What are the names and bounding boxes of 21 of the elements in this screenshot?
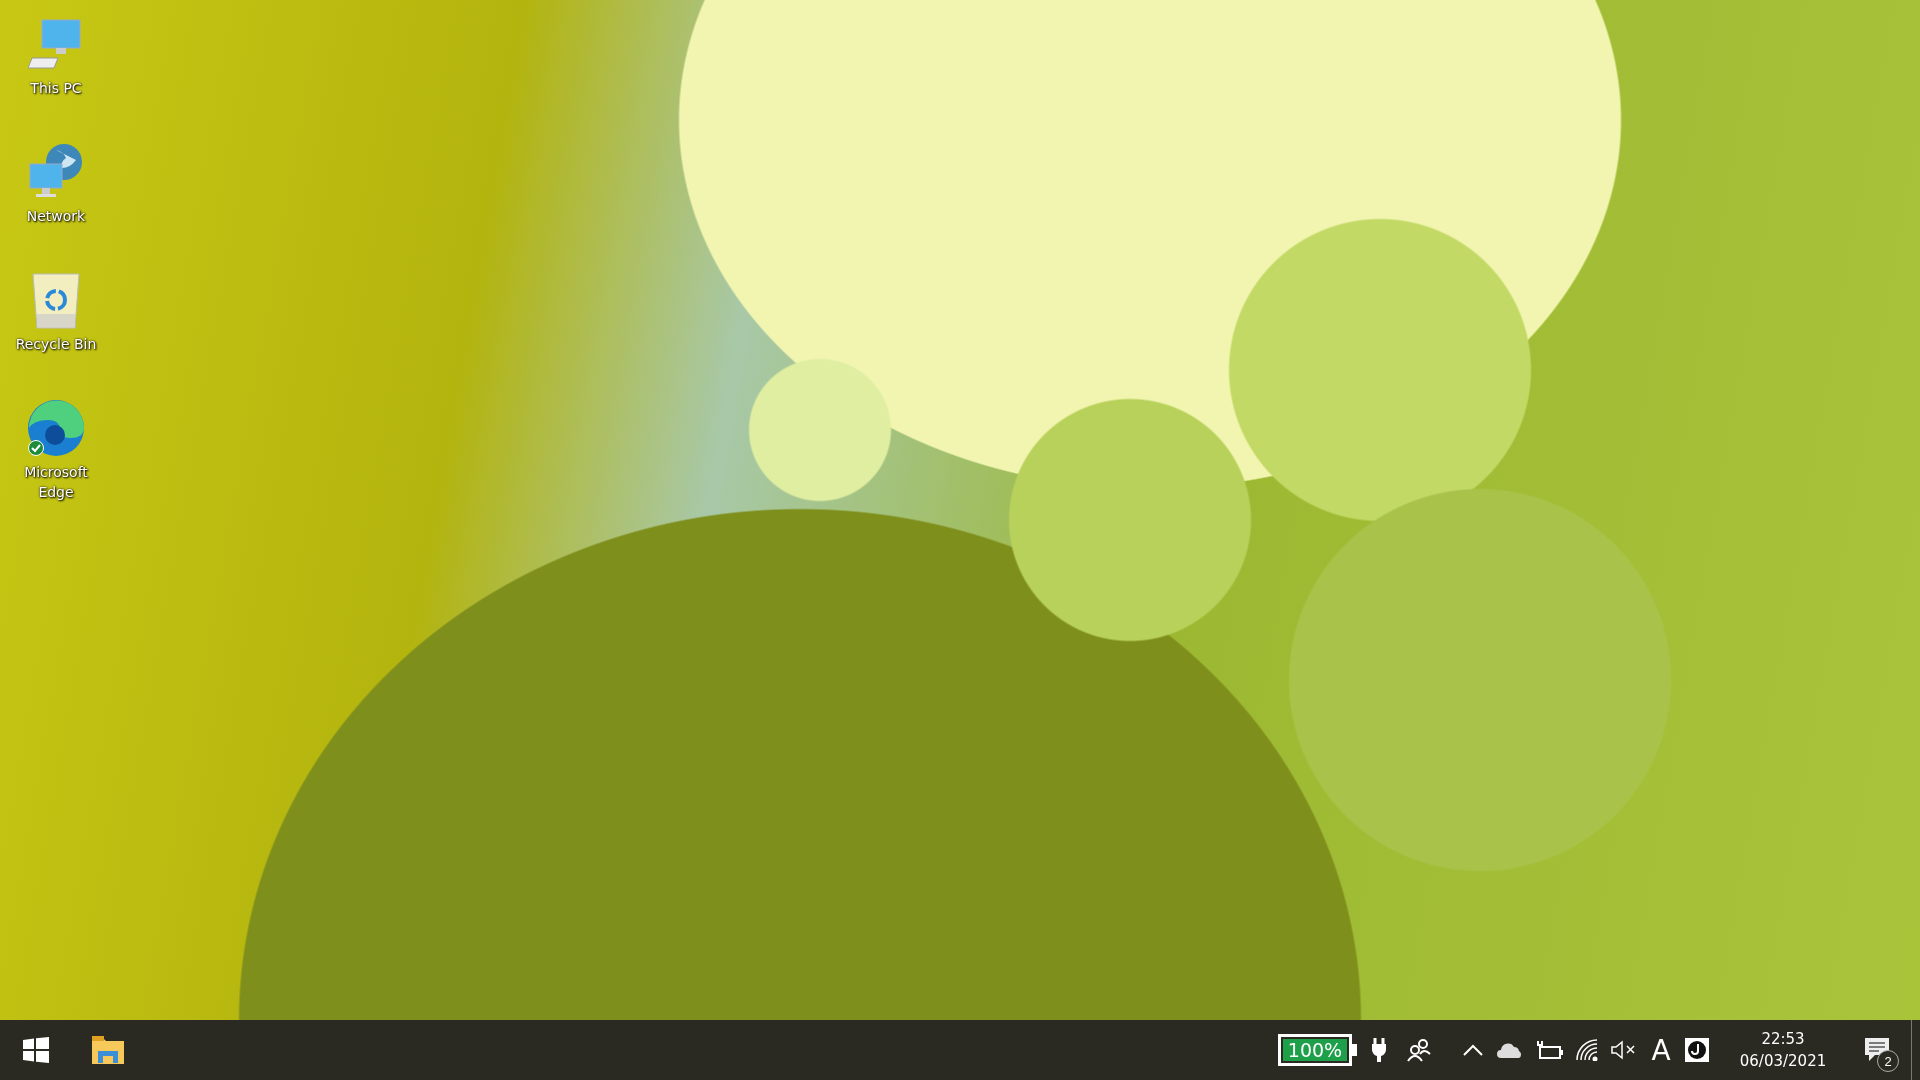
desktop-icon-label[interactable]: This PC bbox=[6, 78, 106, 98]
speaker-muted-icon bbox=[1611, 1040, 1637, 1060]
app-icon bbox=[1685, 1038, 1709, 1062]
notification-count: 2 bbox=[1877, 1050, 1899, 1072]
battery-percentage: 100% bbox=[1286, 1038, 1344, 1063]
windows-logo-icon bbox=[23, 1037, 49, 1063]
desktop-icon-label[interactable]: Recycle Bin bbox=[6, 334, 106, 354]
computer-icon bbox=[28, 18, 84, 70]
wifi-icon bbox=[1575, 1039, 1599, 1061]
desktop-icon-label[interactable]: Microsoft Edge bbox=[6, 462, 106, 502]
people-icon bbox=[1407, 1038, 1431, 1062]
recycle-bin-icon bbox=[31, 270, 81, 330]
battery-plug-icon bbox=[1535, 1040, 1563, 1060]
edge-icon bbox=[27, 399, 85, 457]
input-indicator[interactable]: A bbox=[1643, 1020, 1679, 1080]
folder-icon bbox=[92, 1036, 124, 1064]
chevron-up-icon bbox=[1463, 1044, 1483, 1056]
cloud-icon bbox=[1497, 1042, 1523, 1058]
clock[interactable]: 22:53 06/03/2021 bbox=[1725, 1020, 1841, 1080]
notification-button[interactable]: 2 bbox=[1849, 1020, 1905, 1080]
desktop-icon-label[interactable]: Network bbox=[6, 206, 106, 226]
